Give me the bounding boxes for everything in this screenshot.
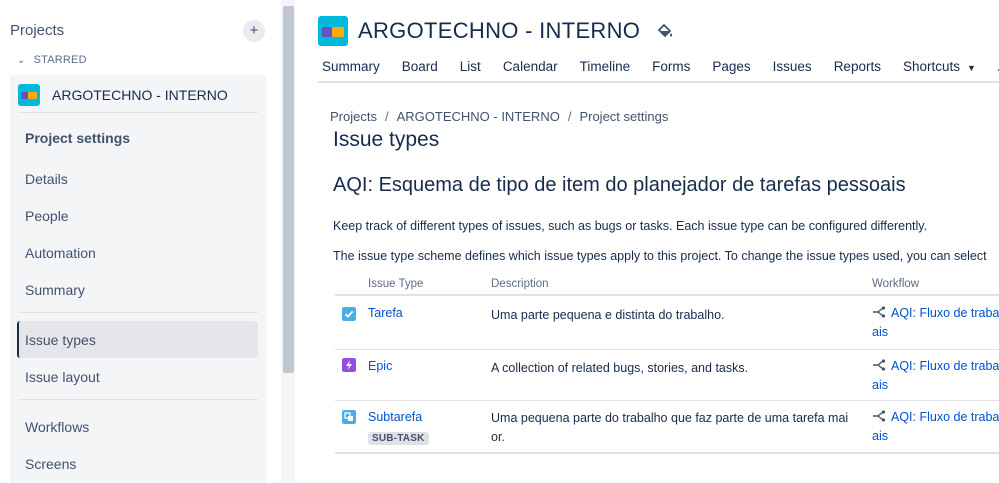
projects-header: Projects <box>10 22 65 39</box>
subtask-badge: SUB-TASK <box>368 432 429 445</box>
issue-type-name[interactable]: Subtarefa <box>368 410 422 424</box>
row-divider <box>335 400 999 401</box>
tab-timeline[interactable]: Timeline <box>580 58 631 78</box>
intro-paragraph: Keep track of different types of issues,… <box>333 219 928 233</box>
sidebar-item-issue-types[interactable]: Issue types <box>17 321 258 358</box>
subtask-icon <box>342 410 356 424</box>
table-header: Issue Type Description Workflow <box>335 275 999 296</box>
sidebar-item-details[interactable]: Details <box>17 160 258 197</box>
issue-type-name[interactable]: Epic <box>368 359 392 373</box>
column-header-workflow: Workflow <box>872 278 920 290</box>
sidebar: Projects + ⌄ STARRED ARGOTECHNO - INTERNO… <box>0 0 280 483</box>
breadcrumb-project-settings[interactable]: Project settings <box>579 109 668 124</box>
sidebar-item-automation[interactable]: Automation <box>17 234 258 271</box>
workflow-icon <box>873 306 886 318</box>
sidebar-item-label: People <box>25 207 69 224</box>
task-icon <box>342 307 356 321</box>
project-settings-panel: ARGOTECHNO - INTERNO Project settings De… <box>10 75 266 483</box>
project-title-row: ARGOTECHNO - INTERNO <box>318 16 674 46</box>
workflow-link[interactable]: AQI: Fluxo de traba ais <box>872 304 999 342</box>
sidebar-scrollbar-thumb[interactable] <box>283 6 294 373</box>
project-settings-title: Project settings <box>25 130 131 146</box>
project-avatar-icon <box>318 16 348 46</box>
tab-summary[interactable]: Summary <box>322 58 380 78</box>
tab-reports[interactable]: Reports <box>834 58 881 78</box>
sidebar-item-label: Summary <box>25 281 85 298</box>
sidebar-item-workflows[interactable]: Workflows <box>17 408 258 445</box>
tabs-divider <box>318 81 999 83</box>
tab-label: Shortcuts <box>902 59 960 74</box>
tab-forms[interactable]: Forms <box>652 58 690 78</box>
row-divider <box>335 349 999 350</box>
page-title: Issue types <box>333 128 440 151</box>
sidebar-project-name: ARGOTECHNO - INTERNO <box>52 87 228 103</box>
tab-issues[interactable]: Issues <box>773 58 812 78</box>
paint-bucket-icon[interactable] <box>656 22 674 40</box>
column-header-issue-type: Issue Type <box>368 278 424 290</box>
sidebar-item-label: Issue types <box>25 331 96 348</box>
tab-calendar[interactable]: Calendar <box>503 58 558 78</box>
starred-section-toggle[interactable]: ⌄ STARRED <box>17 54 87 66</box>
main-content: ARGOTECHNO - INTERNO Summary Board List … <box>295 0 999 483</box>
sidebar-item-label: Issue layout <box>25 368 100 385</box>
breadcrumb-project[interactable]: ARGOTECHNO - INTERNO <box>397 109 560 124</box>
tab-shortcuts[interactable]: Shortcuts ▼ <box>903 58 976 78</box>
workflow-name: AQI: Fluxo de traba ais <box>872 359 999 392</box>
tab-list[interactable]: List <box>460 58 481 78</box>
divider <box>18 112 258 113</box>
sidebar-item-label: Automation <box>25 244 96 261</box>
starred-label: STARRED <box>33 54 87 66</box>
sidebar-item-summary[interactable]: Summary <box>17 271 258 308</box>
workflow-link[interactable]: AQI: Fluxo de traba ais <box>872 357 999 395</box>
project-tabs: Summary Board List Calendar Timeline For… <box>322 58 999 78</box>
project-avatar-icon <box>18 84 40 106</box>
breadcrumb-projects[interactable]: Projects <box>330 109 377 124</box>
tab-board[interactable]: Board <box>402 58 438 78</box>
add-project-button[interactable]: + <box>243 20 265 42</box>
issue-type-description: A collection of related bugs, stories, a… <box>491 361 749 375</box>
sidebar-item-issue-layout[interactable]: Issue layout <box>17 358 258 395</box>
tab-pages[interactable]: Pages <box>712 58 750 78</box>
column-header-description: Description <box>491 278 549 290</box>
table-bottom-border <box>335 452 999 454</box>
issue-type-name[interactable]: Tarefa <box>368 306 403 320</box>
issue-type-description: Uma pequena parte do trabalho que faz pa… <box>491 411 849 444</box>
workflow-icon <box>873 410 886 422</box>
divider <box>18 312 258 313</box>
workflow-icon <box>873 359 886 371</box>
chevron-down-icon: ▼ <box>967 63 976 73</box>
sidebar-item-label: Workflows <box>25 418 90 435</box>
chevron-down-icon: ⌄ <box>17 55 26 66</box>
sidebar-item-label: Details <box>25 170 68 187</box>
workflow-name: AQI: Fluxo de traba ais <box>872 410 999 443</box>
breadcrumb: Projects / ARGOTECHNO - INTERNO / Project se… <box>330 109 669 124</box>
workflow-name: AQI: Fluxo de traba ais <box>872 306 999 339</box>
scheme-title: AQI: Esquema de tipo de item do planejad… <box>333 174 906 196</box>
sidebar-item-screens[interactable]: Screens <box>17 445 258 482</box>
divider <box>18 399 258 400</box>
sidebar-item-people[interactable]: People <box>17 197 258 234</box>
epic-icon <box>342 358 356 372</box>
project-title: ARGOTECHNO - INTERNO <box>358 18 641 43</box>
workflow-link[interactable]: AQI: Fluxo de traba ais <box>872 408 999 446</box>
scheme-paragraph: The issue type scheme defines which issu… <box>333 249 987 263</box>
issue-type-description: Uma parte pequena e distinta do trabalho… <box>491 308 725 322</box>
sidebar-project-link[interactable]: ARGOTECHNO - INTERNO <box>18 83 228 107</box>
sidebar-item-label: Screens <box>25 455 77 472</box>
